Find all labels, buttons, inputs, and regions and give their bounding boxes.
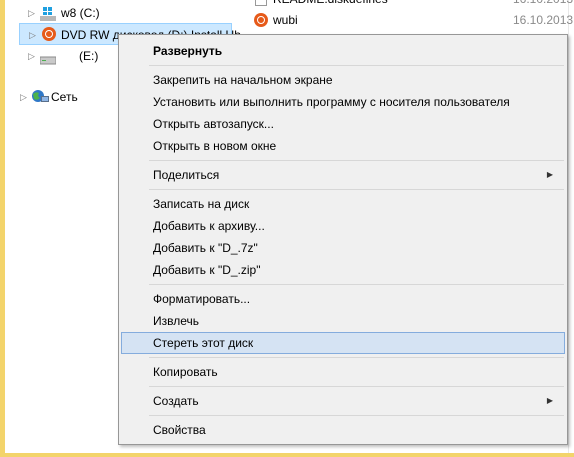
menu-item-label: Добавить к "D_.zip" bbox=[153, 263, 261, 277]
menu-item-create[interactable]: Создать ▶ bbox=[121, 390, 565, 412]
ubuntu-disc-icon bbox=[42, 27, 56, 41]
menu-item-label: Извлечь bbox=[153, 314, 200, 328]
menu-item-open-new-window[interactable]: Открыть в новом окне bbox=[121, 135, 565, 157]
menu-item-expand[interactable]: Развернуть bbox=[121, 40, 565, 62]
menu-item-label: Развернуть bbox=[153, 44, 223, 58]
menu-item-label: Открыть автозапуск... bbox=[153, 117, 274, 131]
file-name: wubi bbox=[273, 13, 298, 27]
menu-item-label: Форматировать... bbox=[153, 292, 251, 306]
menu-item-label: Добавить к архиву... bbox=[153, 219, 265, 233]
window-frame-bottom bbox=[0, 453, 574, 457]
menu-item-copy[interactable]: Копировать bbox=[121, 361, 565, 383]
menu-item-label: Добавить к "D_.7z" bbox=[153, 241, 258, 255]
menu-item-share[interactable]: Поделиться ▶ bbox=[121, 164, 565, 186]
submenu-arrow-icon: ▶ bbox=[546, 170, 553, 179]
menu-separator bbox=[149, 65, 564, 66]
menu-item-label: Установить или выполнить программу с нос… bbox=[153, 95, 510, 109]
menu-item-burn-disc[interactable]: Записать на диск bbox=[121, 193, 565, 215]
menu-item-format[interactable]: Форматировать... bbox=[121, 288, 565, 310]
menu-item-add-to-7z[interactable]: Добавить к "D_.7z" bbox=[121, 237, 565, 259]
window-frame-left bbox=[0, 0, 5, 457]
menu-item-add-to-archive[interactable]: Добавить к архиву... bbox=[121, 215, 565, 237]
menu-item-install-from-media[interactable]: Установить или выполнить программу с нос… bbox=[121, 91, 565, 113]
expand-arrow-icon[interactable]: ▷ bbox=[28, 2, 35, 24]
expand-arrow-icon[interactable]: ▷ bbox=[20, 86, 27, 108]
ubuntu-app-icon bbox=[254, 13, 268, 27]
window-edge-right bbox=[568, 0, 569, 453]
network-icon bbox=[31, 89, 49, 103]
menu-separator bbox=[149, 357, 564, 358]
menu-separator bbox=[149, 386, 564, 387]
menu-separator bbox=[149, 284, 564, 285]
tree-item-label: Сеть bbox=[51, 90, 78, 104]
submenu-arrow-icon: ▶ bbox=[546, 396, 553, 405]
menu-item-label: Создать bbox=[153, 394, 199, 408]
menu-item-open-autoplay[interactable]: Открыть автозапуск... bbox=[121, 113, 565, 135]
menu-item-properties[interactable]: Свойства bbox=[121, 419, 565, 441]
file-date: 16.10.2013 2 bbox=[513, 13, 574, 27]
windows-drive-icon bbox=[40, 6, 56, 21]
file-icon bbox=[255, 0, 267, 6]
menu-item-label: Закрепить на начальном экране bbox=[153, 73, 333, 87]
tree-item-label: (E:) bbox=[79, 49, 99, 63]
tree-item-network[interactable]: ▷ Сеть bbox=[16, 86, 116, 108]
menu-item-label: Открыть в новом окне bbox=[153, 139, 277, 153]
menu-item-pin-start[interactable]: Закрепить на начальном экране bbox=[121, 69, 565, 91]
expand-arrow-icon[interactable]: ▷ bbox=[29, 24, 36, 46]
context-menu: Развернуть Закрепить на начальном экране… bbox=[118, 34, 568, 445]
menu-item-label: Стереть этот диск bbox=[153, 336, 254, 350]
menu-item-label: Свойства bbox=[153, 423, 206, 437]
menu-item-erase-disc[interactable]: Стереть этот диск bbox=[121, 332, 565, 354]
menu-separator bbox=[149, 415, 564, 416]
file-row[interactable]: wubi 16.10.2013 2 bbox=[250, 9, 574, 31]
menu-item-eject[interactable]: Извлечь bbox=[121, 310, 565, 332]
expand-arrow-icon[interactable]: ▷ bbox=[28, 45, 35, 67]
menu-item-label: Записать на диск bbox=[153, 197, 250, 211]
menu-item-label: Копировать bbox=[153, 365, 218, 379]
tree-item-drive-e[interactable]: ▷ (E:) bbox=[22, 45, 122, 67]
menu-separator bbox=[149, 189, 564, 190]
drive-icon bbox=[39, 50, 57, 65]
tree-item-label: w8 (C:) bbox=[61, 6, 100, 20]
menu-item-label: Поделиться bbox=[153, 168, 220, 182]
tree-item-drive-c[interactable]: ▷ w8 (C:) bbox=[22, 2, 232, 24]
menu-item-add-to-zip[interactable]: Добавить к "D_.zip" bbox=[121, 259, 565, 281]
menu-separator bbox=[149, 160, 564, 161]
